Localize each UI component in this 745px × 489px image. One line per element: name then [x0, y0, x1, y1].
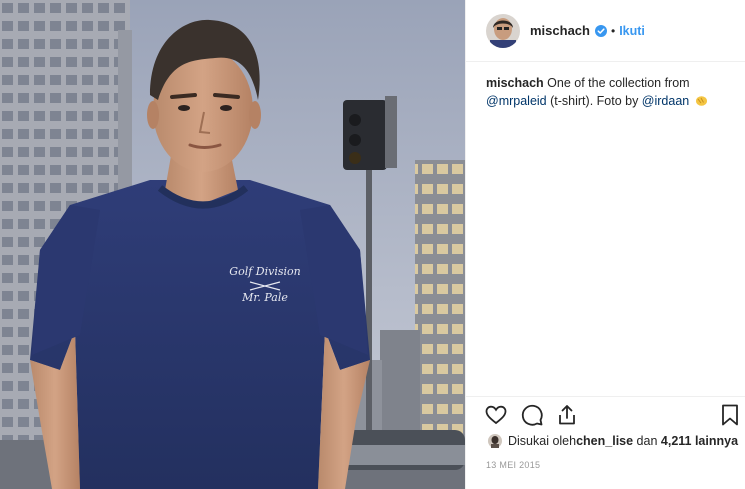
likes-summary[interactable]: Disukai oleh chen_lise dan 4,211 lainnya	[488, 434, 738, 448]
photo-image: Golf Division Mr. Pale	[0, 0, 465, 489]
mention-link-irdaan[interactable]: @irdaan	[642, 94, 689, 108]
shirt-print-line-1: Golf Division	[229, 265, 300, 278]
likes-middle: dan	[633, 434, 661, 448]
first-liker-link[interactable]: chen_lise	[576, 434, 633, 448]
instagram-post: Golf Division Mr. Pale mischach • Ikuti …	[0, 0, 745, 489]
bookmark-icon[interactable]	[718, 403, 742, 427]
caption-username[interactable]: mischach	[486, 76, 544, 90]
caption-text-2: (t-shirt). Foto by	[546, 94, 642, 108]
avatar[interactable]	[486, 13, 520, 48]
clapping-hands-icon	[695, 94, 708, 112]
avatar-image	[486, 13, 520, 48]
share-icon[interactable]	[555, 403, 579, 427]
post-header: mischach • Ikuti	[466, 0, 745, 62]
mention-link-mrpaleid[interactable]: @mrpaleid	[486, 94, 547, 108]
post-photo[interactable]: Golf Division Mr. Pale	[0, 0, 465, 489]
likes-count-link[interactable]: 4,211 lainnya	[661, 434, 738, 448]
post-date[interactable]: 13 MEI 2015	[486, 460, 540, 470]
liker-avatar	[488, 434, 502, 448]
likes-prefix: Disukai oleh	[508, 434, 577, 448]
verified-badge-icon	[594, 24, 607, 37]
comment-icon[interactable]	[520, 403, 544, 427]
post-sidebar: mischach • Ikuti mischach One of the col…	[465, 0, 745, 489]
caption-text-1: One of the collection from	[543, 76, 690, 90]
separator-dot: •	[610, 23, 616, 38]
shirt-print-line-2: Mr. Pale	[241, 291, 288, 304]
username-link[interactable]: mischach	[530, 23, 590, 38]
post-caption: mischach One of the collection from @mrp…	[466, 62, 745, 112]
follow-button[interactable]: Ikuti	[619, 24, 645, 38]
heart-icon[interactable]	[484, 403, 508, 427]
action-bar	[466, 396, 745, 430]
